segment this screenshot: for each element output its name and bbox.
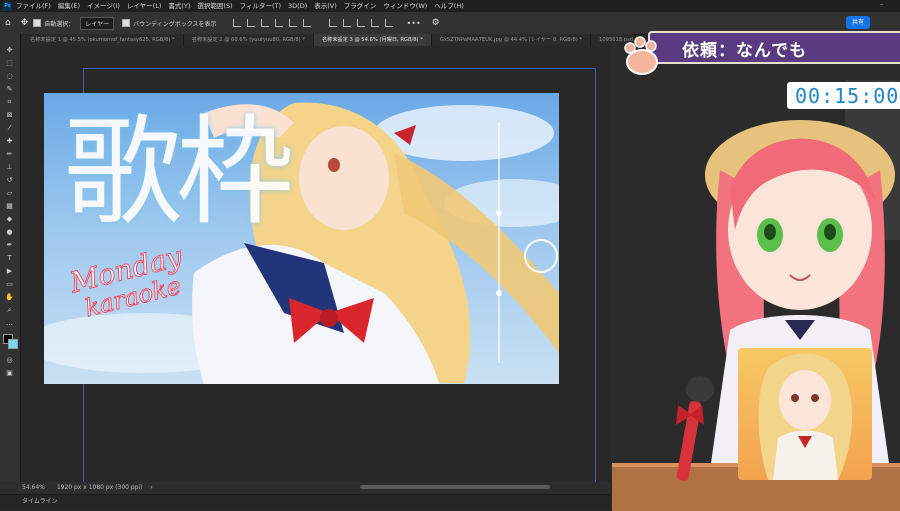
timeline-label[interactable]: タイムライン [22,498,58,505]
home-icon[interactable]: ⌂ [5,18,11,28]
align-middle-icon[interactable] [288,19,297,27]
marquee-icon[interactable]: ⬚ [5,59,14,68]
artwork-title-kanji: 歌枠 [64,103,294,241]
auto-select-label: 自動選択： [44,20,75,28]
request-banner-text: 依頼：なんでも [682,41,808,61]
menu-plugins[interactable]: プラグイン [344,0,377,12]
screen-mode-icon[interactable]: ▣ [5,369,14,378]
horizontal-scrollbar[interactable] [360,485,550,489]
guide-top [83,68,595,69]
distribute-3-icon[interactable] [356,19,365,27]
align-bottom-icon[interactable] [302,19,311,27]
menu-type[interactable]: 書式(Y) [168,0,190,12]
distribute-4-icon[interactable] [370,19,379,27]
more-options-button[interactable]: ••• [407,19,421,28]
auto-select-dropdown[interactable]: レイヤー [80,16,115,30]
menu-edit[interactable]: 編集(E) [58,0,80,12]
tab-document-2[interactable]: 名称未設定 2 @ 60.6% (yuutyuu80, RGB/8) * [184,34,314,46]
align-right-icon[interactable] [260,19,269,27]
align-buttons [232,19,311,27]
status-arrow-icon[interactable]: › [150,484,152,491]
stamp-icon[interactable]: ⊥ [5,163,14,172]
guide-right [595,68,596,482]
dodge-icon[interactable]: ● [5,228,14,237]
tab-document-4[interactable]: GxSZTNPaMAA7EUK.jpg @ 44.4% (レイヤー 0, RGB… [432,34,592,46]
stream-timer: 00:15:00 [795,84,900,108]
tab-document-1[interactable]: 名称未設定 1 @ 45.5% (okumomof_fantasy625, RG… [22,34,184,46]
hand-icon[interactable]: ✋ [5,293,14,302]
microphone-icon [676,376,714,481]
eraser-icon[interactable]: ▱ [5,189,14,198]
bounding-box-label: バウンディングボックスを表示 [133,20,217,28]
rectangle-icon[interactable]: ▭ [5,280,14,289]
eyedropper-icon[interactable]: ⁄ [5,124,14,133]
photoshop-logo: Ps [3,1,12,11]
quick-select-icon[interactable]: ✎ [5,85,14,94]
gradient-icon[interactable]: ▦ [5,202,14,211]
reference-thumbnail [738,348,872,480]
align-center-icon[interactable] [246,19,255,27]
type-icon[interactable]: T [5,254,14,263]
document-tabs: 名称未設定 1 @ 45.5% (okumomof_fantasy625, RG… [22,34,643,46]
menu-image[interactable]: イメージ(I) [87,0,120,12]
thumbnail-illustration [758,353,853,480]
gear-icon[interactable]: ⚙ [432,18,440,28]
menu-help[interactable]: ヘルプ(H) [434,0,463,12]
frame-icon[interactable]: ⊠ [5,111,14,120]
lasso-icon[interactable]: ◌ [5,72,14,81]
brush-icon[interactable]: ✏ [5,150,14,159]
pen-icon[interactable]: ✒ [5,241,14,250]
zoom-level[interactable]: 54.64% [22,484,45,491]
history-brush-icon[interactable]: ↺ [5,176,14,185]
quick-mask-icon[interactable]: ◎ [5,356,14,365]
share-button[interactable]: 共有 [846,16,870,29]
more-tools-icon[interactable]: … [5,319,14,328]
align-left-icon[interactable] [232,19,241,27]
move-icon[interactable]: ✥ [5,46,14,55]
menu-file[interactable]: ファイル(F) [16,0,51,12]
artwork-canvas[interactable]: 歌枠 Monday karaoke [44,93,559,384]
align-top-icon[interactable] [274,19,283,27]
background-color-swatch[interactable] [8,339,18,349]
menu-view[interactable]: 表示(V) [314,0,337,12]
distribute-2-icon[interactable] [342,19,351,27]
blur-icon[interactable]: ◆ [5,215,14,224]
auto-select-checkbox[interactable] [33,19,42,27]
distribute-buttons [328,19,393,27]
bounding-box-checkbox[interactable] [122,19,131,27]
document-size: 1920 px x 1080 px (300 ppi) [56,484,143,491]
paw-icon [624,36,658,75]
distribute-5-icon[interactable] [384,19,393,27]
menu-layer[interactable]: レイヤー(L) [127,0,162,12]
path-select-icon[interactable]: ▶ [5,267,14,276]
healing-brush-icon[interactable]: ✚ [5,137,14,146]
crop-icon[interactable]: ⌗ [5,98,14,107]
menu-bar: Ps ファイル(F) 編集(E) イメージ(I) レイヤー(L) 書式(Y) 選… [0,0,900,12]
zoom-icon[interactable]: ⌕ [5,306,14,315]
menu-filter[interactable]: フィルター(T) [240,0,281,12]
timeline-panel: タイムライン [0,494,610,508]
move-tool-icon[interactable]: ✥ [21,18,29,28]
distribute-1-icon[interactable] [328,19,337,27]
menu-select[interactable]: 選択範囲(S) [197,0,232,12]
minimize-icon[interactable]: – [880,0,884,8]
tab-document-3[interactable]: 名称未設定 3 @ 54.6% (月曜日, RGB/8) * [313,34,432,46]
menu-window[interactable]: ウィンドウ(W) [383,0,427,12]
tools-panel: ✥ ⬚ ◌ ✎ ⌗ ⊠ ⁄ ✚ ✏ ⊥ ↺ ▱ ▦ ◆ ● ✒ T ▶ ▭ ✋ … [0,34,21,484]
menu-3d[interactable]: 3D(D) [288,0,307,12]
